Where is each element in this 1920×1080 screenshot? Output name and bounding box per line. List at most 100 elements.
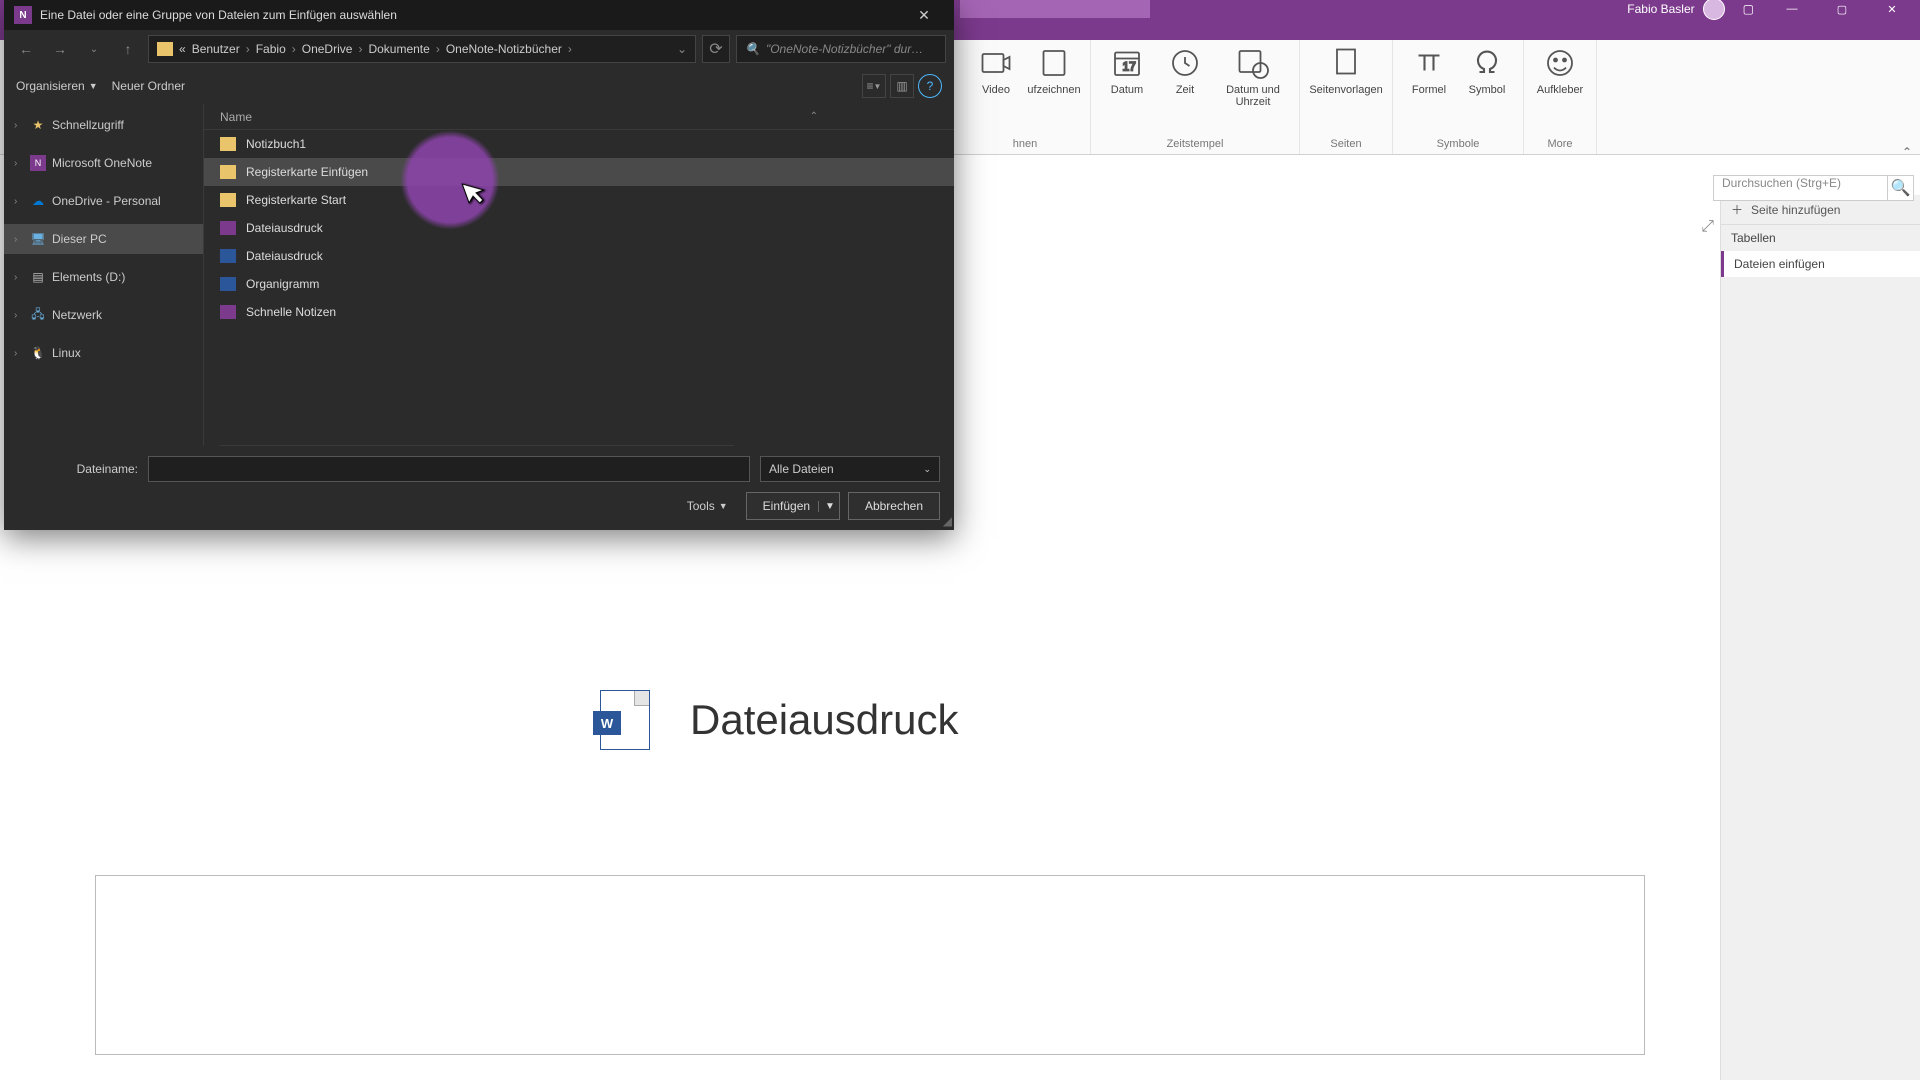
onenote-icon: N: [30, 155, 46, 171]
plus-icon: ＋: [1731, 201, 1743, 218]
file-list: Name ⌃ Notizbuch1 Registerkarte Einfügen…: [204, 104, 954, 446]
tree-linux[interactable]: ›🐧Linux: [4, 338, 203, 368]
file-row[interactable]: Notizbuch1: [204, 130, 954, 158]
tree-network[interactable]: ›🖧Netzwerk: [4, 300, 203, 330]
calendar-clock-icon: [1235, 45, 1271, 81]
breadcrumb-dropdown-icon[interactable]: ⌄: [677, 42, 687, 56]
file-row[interactable]: Schnelle Notizen: [204, 298, 954, 326]
nav-recent-button[interactable]: ⌄: [80, 35, 108, 63]
title-search-bar[interactable]: [960, 0, 1150, 18]
filename-input[interactable]: [148, 456, 750, 482]
dialog-search-input[interactable]: 🔍 "OneNote-Notizbücher" dur…: [736, 35, 946, 63]
view-preview-button[interactable]: ▥: [890, 74, 914, 98]
calendar-icon: 17: [1109, 45, 1145, 81]
help-button[interactable]: ?: [918, 74, 942, 98]
ribbon-video[interactable]: Video: [970, 45, 1022, 96]
ribbon-datum[interactable]: 17 Datum: [1101, 45, 1153, 96]
bc-benutzer[interactable]: Benutzer: [192, 42, 240, 56]
template-icon: [1328, 45, 1364, 81]
ribbon-aufkleber[interactable]: Aufkleber: [1534, 45, 1586, 96]
sort-caret-icon[interactable]: ⌃: [810, 111, 818, 122]
organize-button[interactable]: Organisieren▼: [16, 79, 98, 93]
folder-tree: ›★Schnellzugriff ›NMicrosoft OneNote ›☁O…: [4, 104, 204, 446]
file-row[interactable]: Registerkarte Start: [204, 186, 954, 214]
video-icon: [978, 45, 1014, 81]
bc-onedrive[interactable]: OneDrive: [302, 42, 353, 56]
insert-button[interactable]: Einfügen▼: [746, 492, 840, 520]
bc-fabio[interactable]: Fabio: [256, 42, 286, 56]
tree-quickaccess[interactable]: ›★Schnellzugriff: [4, 110, 203, 140]
list-header[interactable]: Name ⌃: [204, 104, 954, 130]
linux-icon: 🐧: [30, 345, 46, 361]
collapse-ribbon-icon[interactable]: ⌃: [1902, 145, 1912, 159]
search-button[interactable]: 🔍: [1888, 175, 1914, 201]
tree-onenote[interactable]: ›NMicrosoft OneNote: [4, 148, 203, 178]
pc-icon: 🖥: [30, 231, 46, 247]
page-search-input[interactable]: Durchsuchen (Strg+E): [1713, 175, 1888, 201]
dialog-title: Eine Datei oder eine Gruppe von Dateien …: [40, 8, 904, 22]
printout-frame: [95, 875, 1645, 1055]
folder-icon: [220, 137, 236, 151]
emoji-icon: [1542, 45, 1578, 81]
cancel-button[interactable]: Abbrechen: [848, 492, 940, 520]
avatar: [1703, 0, 1725, 20]
cloud-icon: ☁: [30, 193, 46, 209]
close-button[interactable]: ✕: [1872, 0, 1912, 18]
new-folder-button[interactable]: Neuer Ordner: [112, 79, 185, 93]
onenote-file-icon: [220, 221, 236, 235]
ribbon-group-seiten: Seiten: [1330, 138, 1361, 154]
chevron-down-icon[interactable]: ▼: [818, 501, 835, 512]
bc-notizbuecher[interactable]: OneNote-Notizbücher: [446, 42, 562, 56]
nav-up-button[interactable]: ↑: [114, 35, 142, 63]
inserted-document[interactable]: W Dateiausdruck: [600, 690, 958, 750]
record-icon: [1036, 45, 1072, 81]
view-list-button[interactable]: ≡▼: [862, 74, 886, 98]
file-row[interactable]: Dateiausdruck: [204, 242, 954, 270]
chevron-down-icon: ⌄: [923, 464, 931, 475]
ribbon-seitenvorlagen[interactable]: Seitenvorlagen: [1310, 45, 1382, 96]
file-open-dialog: N Eine Datei oder eine Gruppe von Dateie…: [4, 0, 954, 530]
file-row[interactable]: Registerkarte Einfügen: [204, 158, 954, 186]
word-file-icon: [220, 277, 236, 291]
resize-grip-icon[interactable]: ◢: [943, 514, 952, 528]
user-account[interactable]: Fabio Basler: [1627, 0, 1724, 20]
tree-onedrive[interactable]: ›☁OneDrive - Personal: [4, 186, 203, 216]
document-title: Dateiausdruck: [690, 696, 958, 744]
user-name-label: Fabio Basler: [1627, 2, 1694, 16]
network-icon: 🖧: [30, 307, 46, 323]
ribbon-formel[interactable]: Formel: [1403, 45, 1455, 96]
tree-elements[interactable]: ›▤Elements (D:): [4, 262, 203, 292]
file-row[interactable]: Organigramm: [204, 270, 954, 298]
ribbon-symbol[interactable]: Symbol: [1461, 45, 1513, 96]
omega-icon: [1469, 45, 1505, 81]
page-panel: ＋ Seite hinzufügen Tabellen Dateien einf…: [1720, 195, 1920, 1080]
expand-icon[interactable]: ⤢: [1701, 218, 1714, 236]
ribbon-display-icon[interactable]: ▢: [1743, 2, 1754, 16]
ribbon-group-zeitstempel: Zeitstempel: [1167, 138, 1224, 154]
nav-back-button[interactable]: ←: [12, 35, 40, 63]
maximize-button[interactable]: ▢: [1822, 0, 1862, 18]
page-item-tabellen[interactable]: Tabellen: [1721, 225, 1920, 251]
svg-text:17: 17: [1123, 60, 1137, 74]
drive-icon: ▤: [30, 269, 46, 285]
filename-label: Dateiname:: [18, 462, 138, 476]
minimize-button[interactable]: —: [1772, 0, 1812, 18]
col-name: Name: [220, 110, 252, 124]
tools-button[interactable]: Tools▼: [687, 499, 728, 513]
file-type-select[interactable]: Alle Dateien⌄: [760, 456, 940, 482]
ribbon-zeit[interactable]: Zeit: [1159, 45, 1211, 96]
folder-icon: [220, 165, 236, 179]
ribbon-datum-uhrzeit[interactable]: Datum und Uhrzeit: [1217, 45, 1289, 108]
dialog-close-button[interactable]: ✕: [904, 0, 944, 30]
ribbon-group-more: More: [1547, 138, 1572, 154]
file-row[interactable]: Dateiausdruck: [204, 214, 954, 242]
nav-forward-button[interactable]: →: [46, 35, 74, 63]
word-file-icon: [220, 249, 236, 263]
tree-thispc[interactable]: ›🖥Dieser PC: [4, 224, 203, 254]
page-item-dateien[interactable]: Dateien einfügen: [1721, 251, 1920, 277]
bc-dokumente[interactable]: Dokumente: [368, 42, 429, 56]
folder-icon: [157, 42, 173, 56]
nav-reload-button[interactable]: ⟳: [702, 35, 730, 63]
ribbon-aufzeichnen[interactable]: ufzeichnen: [1028, 45, 1080, 96]
breadcrumb[interactable]: « Benutzer› Fabio› OneDrive› Dokumente› …: [148, 35, 696, 63]
